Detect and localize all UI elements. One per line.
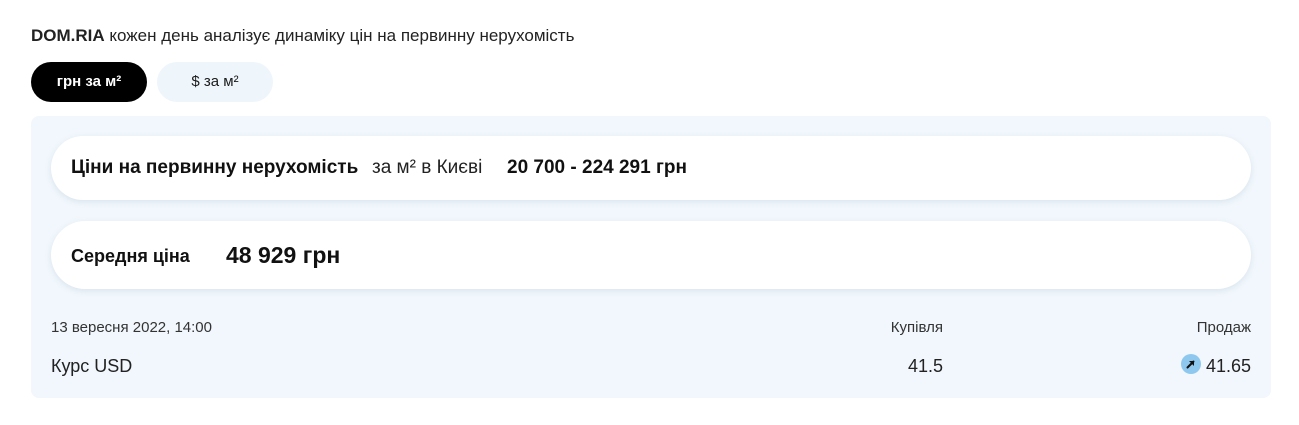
buy-value: 41.5 (907, 356, 943, 376)
average-price-card: Середня ціна 48 929 грн (51, 221, 1251, 289)
rate-date: 13 вересня 2022, 14:00 (51, 319, 212, 336)
arrow-up-right-icon (1180, 354, 1201, 374)
average-price-value: 48 929 грн (226, 242, 341, 268)
price-range-subtitle: за м² в Києві (372, 157, 483, 178)
sell-label: Продаж (1196, 319, 1251, 336)
unit-toggle-usd[interactable]: $ за м² (157, 62, 273, 102)
price-range-value: 20 700 - 224 291 грн (507, 157, 687, 178)
average-price-title: Середня ціна (71, 246, 190, 266)
intro-description: кожен день аналізує динаміку цін на перв… (104, 26, 575, 45)
exchange-rate-block: 13 вересня 2022, 14:00 Купівля Продаж Ку… (51, 319, 1251, 389)
currency-label: Курс USD (51, 356, 133, 376)
intro-text: DOM.RIA кожен день аналізує динаміку цін… (31, 25, 574, 47)
unit-toggle-uah[interactable]: грн за м² (31, 62, 147, 102)
price-range-card: Ціни на первинну нерухомість за м² в Киє… (51, 136, 1251, 200)
brand-name: DOM.RIA (31, 26, 105, 45)
buy-label: Купівля (890, 319, 943, 336)
price-range-title: Ціни на первинну нерухомість (71, 157, 359, 178)
sell-value-wrap: 41.65 (1180, 353, 1251, 379)
sell-value: 41.65 (1205, 355, 1251, 376)
page: DOM.RIA кожен день аналізує динаміку цін… (0, 0, 1299, 425)
price-panel: Ціни на первинну нерухомість за м² в Киє… (31, 116, 1271, 398)
